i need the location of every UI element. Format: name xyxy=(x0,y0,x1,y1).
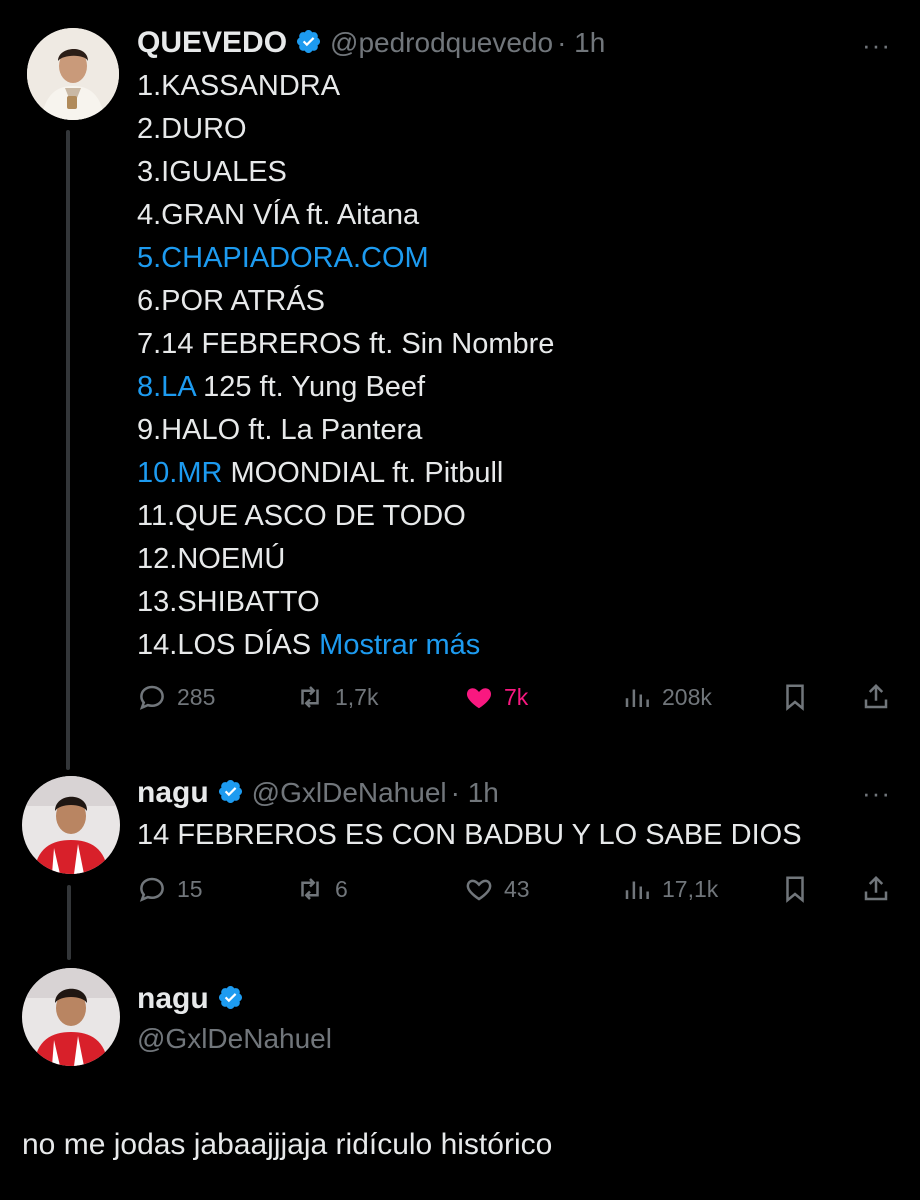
more-icon[interactable]: ··· xyxy=(862,778,891,809)
track-line: 14.LOS DÍAS Mostrar más xyxy=(137,629,481,661)
more-icon[interactable]: ··· xyxy=(862,30,891,61)
verified-badge-icon xyxy=(295,28,322,55)
tweet1-body: 1.KASSANDRA 2.DURO 3.IGUALES 4.GRAN VÍA … xyxy=(137,65,554,667)
link-text[interactable]: 8.LA xyxy=(137,371,195,403)
tweet3-text: no me jodas jabaajjjaja ridículo históri… xyxy=(22,1128,553,1161)
tweet2-header: nagu @GxlDeNahuel · 1h xyxy=(137,776,499,810)
nagu-avatar[interactable] xyxy=(22,776,120,874)
share-button[interactable] xyxy=(861,682,901,712)
track-line: 5.CHAPIADORA.COM xyxy=(137,237,554,280)
like-icon xyxy=(466,688,492,709)
retweet-icon xyxy=(301,686,319,708)
tweet-time[interactable]: · 1h xyxy=(451,777,499,808)
views-count: 17,1k xyxy=(662,875,719,902)
track-line: 8.LA 125 ft. Yung Beef xyxy=(137,371,426,403)
like-icon xyxy=(466,879,492,901)
reply-count: 15 xyxy=(177,875,203,902)
show-more-link[interactable]: Mostrar más xyxy=(319,629,480,661)
views-button[interactable]: 17,1k xyxy=(622,874,718,904)
author-handle[interactable]: @GxlDeNahuel xyxy=(137,1023,332,1055)
author-handle[interactable]: @GxlDeNahuel xyxy=(252,777,447,808)
retweet-count: 6 xyxy=(335,875,348,902)
tweet2-text: 14 FEBREROS ES CON BADBU Y LO SABE DIOS xyxy=(137,819,802,851)
track-line: 4.GRAN VÍA ft. Aitana xyxy=(137,199,420,231)
views-button[interactable]: 208k xyxy=(622,682,712,712)
tweet1-actions: 285 1,7k 7k 208k xyxy=(137,682,897,718)
track-line: 7.14 FEBREROS ft. Sin Nombre xyxy=(137,328,555,360)
verified-badge-icon xyxy=(217,778,244,805)
bookmark-button[interactable] xyxy=(780,874,820,904)
bookmark-button[interactable] xyxy=(780,682,820,712)
retweet-button[interactable]: 1,7k xyxy=(295,682,378,712)
share-icon xyxy=(864,683,888,709)
bookmark-icon xyxy=(786,684,804,711)
views-count: 208k xyxy=(662,683,712,710)
like-button[interactable]: 43 xyxy=(464,874,530,904)
track-line: 2.DURO xyxy=(137,113,247,145)
like-count: 7k xyxy=(504,683,529,710)
track-line: 11.QUE ASCO DE TODO xyxy=(137,500,466,532)
views-icon xyxy=(625,881,649,899)
retweet-count: 1,7k xyxy=(335,683,379,710)
quevedo-avatar[interactable] xyxy=(27,28,119,120)
reply-button[interactable]: 285 xyxy=(137,682,215,712)
reply-icon xyxy=(139,685,164,710)
reply-icon xyxy=(139,877,164,902)
nagu-avatar[interactable] xyxy=(22,968,120,1066)
author-handle[interactable]: @pedrodquevedo xyxy=(330,27,553,58)
verified-badge-icon xyxy=(217,984,244,1011)
tweet3-header: nagu xyxy=(137,982,252,1016)
link-text[interactable]: 5.CHAPIADORA.COM xyxy=(137,242,429,274)
tweet2-actions: 15 6 43 17,1k xyxy=(137,874,897,910)
track-line: 9.HALO ft. La Pantera xyxy=(137,414,423,446)
thread-connector-2 xyxy=(67,885,71,960)
thread-connector-1 xyxy=(66,130,70,770)
author-name[interactable]: QUEVEDO xyxy=(137,26,287,59)
track-line: 1.KASSANDRA xyxy=(137,70,341,102)
bookmark-icon xyxy=(786,876,804,903)
track-line: 6.POR ATRÁS xyxy=(137,285,326,317)
tweet-time[interactable]: · 1h xyxy=(557,27,605,58)
author-name[interactable]: nagu xyxy=(137,982,209,1015)
share-icon xyxy=(864,875,888,901)
author-name[interactable]: nagu xyxy=(137,776,209,809)
track-line: 10.MR MOONDIAL ft. Pitbull xyxy=(137,457,504,489)
like-button[interactable]: 7k xyxy=(464,682,528,712)
retweet-button[interactable]: 6 xyxy=(295,874,348,904)
retweet-icon xyxy=(301,878,319,900)
views-icon xyxy=(625,689,649,707)
track-line: 12.NOEMÚ xyxy=(137,543,286,575)
share-button[interactable] xyxy=(861,874,901,904)
link-text[interactable]: 10.MR xyxy=(137,457,222,489)
track-line: 3.IGUALES xyxy=(137,156,287,188)
track-line: 13.SHIBATTO xyxy=(137,586,320,618)
like-count: 43 xyxy=(504,875,530,902)
reply-count: 285 xyxy=(177,683,216,710)
reply-button[interactable]: 15 xyxy=(137,874,203,904)
tweet1-header: QUEVEDO @pedrodquevedo · 1h xyxy=(137,26,605,60)
